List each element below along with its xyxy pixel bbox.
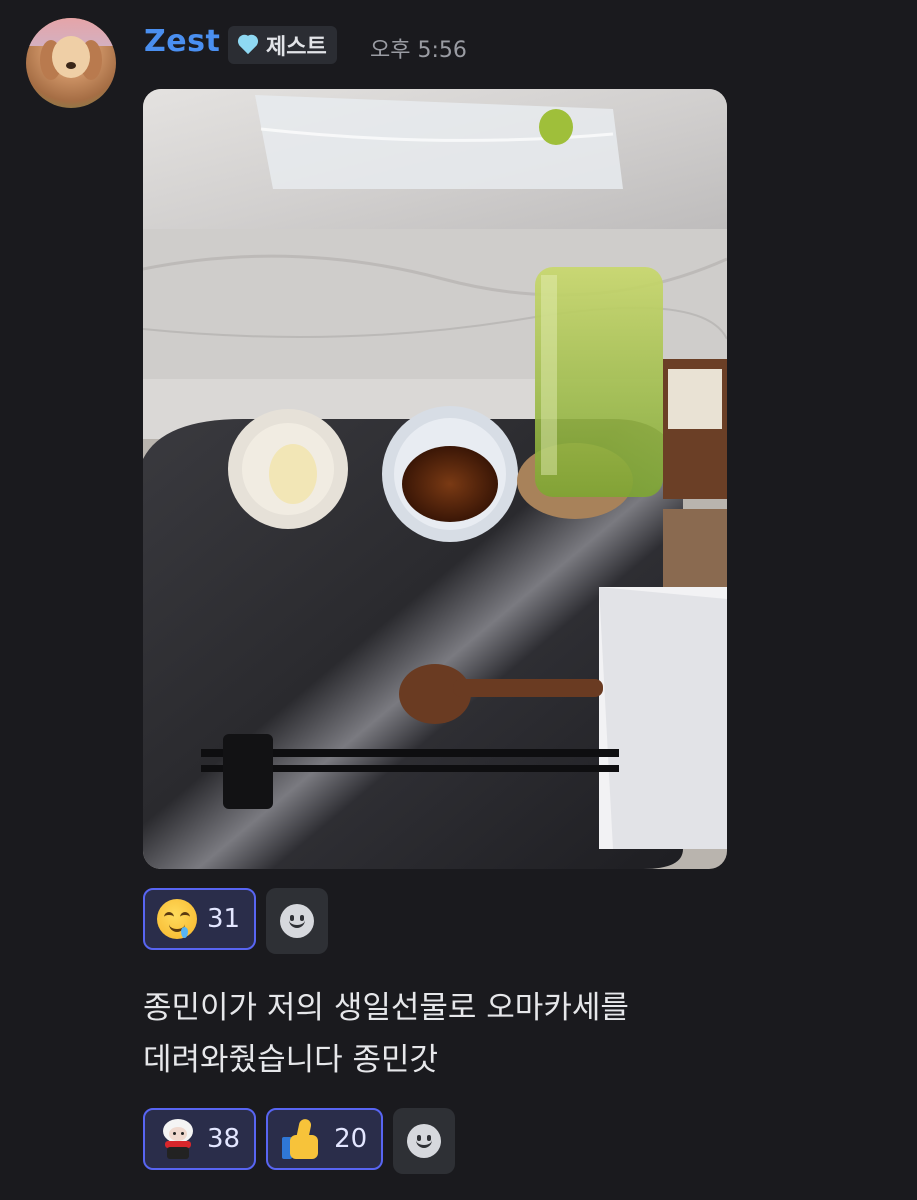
drooling-face-icon — [157, 899, 197, 939]
message-text: 종민이가 저의 생일선물로 오마카세를 데려와줬습니다 종민갓 — [143, 982, 843, 1086]
gem-heart-icon — [236, 34, 260, 56]
role-tag[interactable]: 제스트 — [228, 26, 337, 64]
photo-omakase-table-setting — [143, 89, 727, 869]
reaction-count: 38 — [207, 1124, 241, 1154]
thumbs-up-icon — [280, 1117, 324, 1161]
add-reaction-button[interactable] — [266, 888, 329, 954]
sheep-sticker-icon — [157, 1117, 197, 1161]
reaction-count: 31 — [207, 904, 241, 934]
role-tag-label: 제스트 — [266, 35, 327, 60]
avatar-dog-nose — [66, 62, 76, 69]
add-reaction-button[interactable] — [393, 1108, 456, 1174]
reaction-count: 20 — [334, 1124, 368, 1154]
message-text-line: 데려와줬습니다 종민갓 — [143, 1042, 439, 1078]
add-reaction-icon — [280, 904, 315, 938]
reaction-drooling-face[interactable]: 31 — [143, 888, 257, 950]
message-text-line: 종민이가 저의 생일선물로 오마카세를 — [143, 990, 629, 1026]
reaction-sheep-sticker[interactable]: 38 — [143, 1108, 257, 1170]
attached-photo[interactable] — [143, 89, 727, 869]
add-reaction-icon — [407, 1124, 442, 1158]
text-reactions: 38 20 — [143, 1108, 456, 1174]
user-avatar[interactable] — [26, 18, 116, 108]
message-timestamp: 오후 5:56 — [370, 38, 467, 63]
author-name[interactable]: Zest — [144, 24, 220, 59]
image-reactions: 31 — [143, 888, 329, 954]
reaction-thumbs-up[interactable]: 20 — [266, 1108, 384, 1170]
avatar-dog-face — [52, 36, 90, 78]
